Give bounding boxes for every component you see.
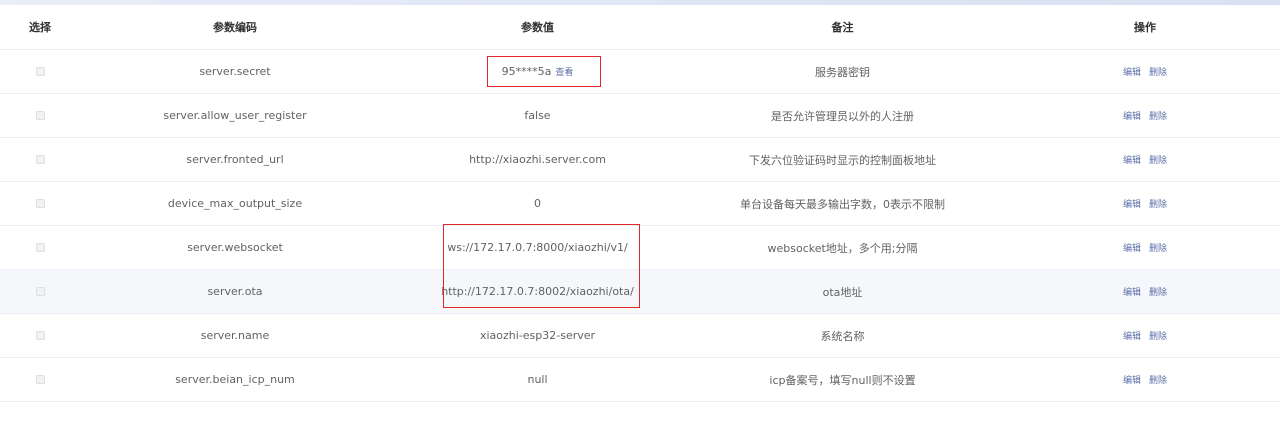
row-actions: 编辑 删除 bbox=[1010, 226, 1280, 269]
param-remark: 服务器密钥 bbox=[815, 65, 870, 79]
edit-button[interactable]: 编辑 bbox=[1123, 241, 1141, 254]
edit-button[interactable]: 编辑 bbox=[1123, 109, 1141, 122]
param-value: 0 bbox=[534, 197, 541, 210]
table-row-hovered: server.ota http://172.17.0.7:8002/xiaozh… bbox=[0, 270, 1280, 314]
row-select-cell bbox=[0, 358, 80, 401]
row-checkbox[interactable] bbox=[35, 155, 45, 164]
params-table: 选择 参数编码 参数值 备注 操作 server.secret 95****5a… bbox=[0, 5, 1280, 402]
param-code: server.fronted_url bbox=[186, 153, 284, 166]
row-checkbox[interactable] bbox=[35, 199, 45, 208]
edit-button[interactable]: 编辑 bbox=[1123, 153, 1141, 166]
header-value: 参数值 bbox=[521, 21, 554, 34]
param-code: server.websocket bbox=[187, 241, 283, 254]
edit-button[interactable]: 编辑 bbox=[1123, 65, 1141, 78]
row-actions: 编辑 删除 bbox=[1010, 50, 1280, 93]
param-code: server.name bbox=[200, 329, 270, 342]
row-select-cell bbox=[0, 182, 80, 225]
row-select-cell bbox=[0, 270, 80, 313]
delete-button[interactable]: 删除 bbox=[1149, 153, 1167, 166]
table-row: server.fronted_url http://xiaozhi.server… bbox=[0, 138, 1280, 182]
row-actions: 编辑 删除 bbox=[1010, 94, 1280, 137]
param-value: null bbox=[527, 373, 548, 386]
param-remark: 下发六位验证码时显示的控制面板地址 bbox=[749, 153, 936, 167]
delete-button[interactable]: 删除 bbox=[1149, 109, 1167, 122]
header-ops: 操作 bbox=[1134, 21, 1156, 34]
edit-button[interactable]: 编辑 bbox=[1123, 373, 1141, 386]
param-remark: 单台设备每天最多输出字数，0表示不限制 bbox=[740, 197, 945, 211]
param-code: server.secret bbox=[199, 65, 271, 78]
delete-button[interactable]: 删除 bbox=[1149, 65, 1167, 78]
table-row: server.name xiaozhi-esp32-server 系统名称 编辑… bbox=[0, 314, 1280, 358]
row-checkbox[interactable] bbox=[35, 331, 45, 340]
header-select: 选择 bbox=[29, 21, 51, 34]
param-remark: 是否允许管理员以外的人注册 bbox=[771, 109, 914, 123]
param-remark: icp备案号，填写null则不设置 bbox=[769, 373, 916, 387]
row-select-cell bbox=[0, 314, 80, 357]
delete-button[interactable]: 删除 bbox=[1149, 373, 1167, 386]
edit-button[interactable]: 编辑 bbox=[1123, 197, 1141, 210]
row-select-cell bbox=[0, 50, 80, 93]
param-code: server.beian_icp_num bbox=[175, 373, 295, 386]
delete-button[interactable]: 删除 bbox=[1149, 197, 1167, 210]
param-code: device_max_output_size bbox=[167, 197, 303, 210]
delete-button[interactable]: 删除 bbox=[1149, 285, 1167, 298]
param-value: http://172.17.0.7:8002/xiaozhi/ota/ bbox=[441, 285, 634, 298]
param-value-cell: 95****5a 查看 bbox=[380, 50, 695, 93]
row-select-cell bbox=[0, 94, 80, 137]
row-actions: 编辑 删除 bbox=[1010, 314, 1280, 357]
param-value: 95****5a bbox=[501, 65, 552, 78]
param-value: xiaozhi-esp32-server bbox=[479, 329, 596, 342]
row-actions: 编辑 删除 bbox=[1010, 138, 1280, 181]
param-code: server.allow_user_register bbox=[163, 109, 307, 122]
row-select-cell bbox=[0, 226, 80, 269]
row-select-cell bbox=[0, 138, 80, 181]
table-row: server.allow_user_register false 是否允许管理员… bbox=[0, 94, 1280, 138]
param-code: server.ota bbox=[207, 285, 263, 298]
row-checkbox[interactable] bbox=[35, 111, 45, 120]
edit-button[interactable]: 编辑 bbox=[1123, 285, 1141, 298]
row-checkbox[interactable] bbox=[35, 375, 45, 384]
table-row: server.websocket ws://172.17.0.7:8000/xi… bbox=[0, 226, 1280, 270]
row-checkbox[interactable] bbox=[35, 67, 45, 76]
row-checkbox[interactable] bbox=[35, 243, 45, 252]
table-row: server.secret 95****5a 查看 服务器密钥 编辑 删除 bbox=[0, 50, 1280, 94]
param-value: false bbox=[524, 109, 551, 122]
header-code: 参数编码 bbox=[213, 21, 257, 34]
param-value: http://xiaozhi.server.com bbox=[469, 153, 606, 166]
row-checkbox[interactable] bbox=[35, 287, 45, 296]
param-remark: 系统名称 bbox=[820, 329, 865, 343]
table-row: server.beian_icp_num null icp备案号，填写null则… bbox=[0, 358, 1280, 402]
edit-button[interactable]: 编辑 bbox=[1123, 329, 1141, 342]
row-actions: 编辑 删除 bbox=[1010, 182, 1280, 225]
table-header: 选择 参数编码 参数值 备注 操作 bbox=[0, 5, 1280, 50]
param-remark: websocket地址，多个用;分隔 bbox=[767, 241, 918, 255]
table-row: device_max_output_size 0 单台设备每天最多输出字数，0表… bbox=[0, 182, 1280, 226]
header-remark: 备注 bbox=[831, 21, 854, 34]
row-actions: 编辑 删除 bbox=[1010, 270, 1280, 313]
delete-button[interactable]: 删除 bbox=[1149, 241, 1167, 254]
param-value: ws://172.17.0.7:8000/xiaozhi/v1/ bbox=[447, 241, 628, 254]
param-remark: ota地址 bbox=[822, 285, 863, 299]
row-actions: 编辑 删除 bbox=[1010, 358, 1280, 401]
view-secret-link[interactable]: 查看 bbox=[555, 65, 573, 78]
delete-button[interactable]: 删除 bbox=[1149, 329, 1167, 342]
